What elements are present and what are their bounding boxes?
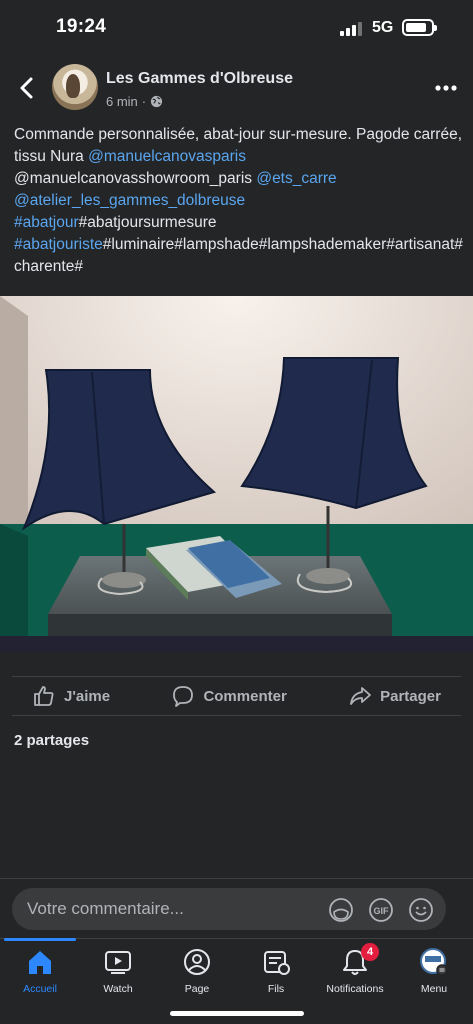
post-text-segment: #abatjoursurmesure	[78, 214, 217, 231]
tab-feeds[interactable]: Fils	[236, 947, 316, 995]
status-bar: 19:24 5G	[0, 0, 473, 56]
comment-label: Commenter	[203, 687, 287, 705]
emoji-icon[interactable]	[408, 897, 434, 923]
comment-button[interactable]: Commenter	[171, 684, 287, 708]
tab-page-label: Page	[184, 983, 210, 995]
author-avatar[interactable]	[52, 64, 98, 110]
tab-home-label: Accueil	[23, 983, 57, 995]
network-label: 5G	[372, 19, 394, 36]
signal-icon	[340, 22, 364, 36]
post-header: Les Gammes d'Olbreuse 6 min ·	[0, 60, 473, 116]
meta-separator: ·	[141, 94, 147, 109]
tab-page[interactable]: Page	[157, 947, 237, 995]
post-text-segment: @manuelcanovasshowroom_paris	[14, 170, 253, 187]
share-button[interactable]: Partager	[348, 684, 441, 708]
globe-icon	[151, 95, 163, 108]
mention-link[interactable]: @atelier_les_gammes_dolbreuse	[14, 192, 245, 209]
shares-count[interactable]: 2 partages	[14, 732, 89, 749]
battery-icon	[402, 19, 437, 36]
mention-link[interactable]: @manuelcanovasparis	[88, 148, 246, 165]
tab-menu[interactable]: Menu	[394, 947, 473, 995]
hashtag-link[interactable]: #abatjouriste	[14, 236, 103, 253]
tab-notifications[interactable]: 4 Notifications	[315, 943, 395, 995]
hashtag-link[interactable]: #abatjour	[14, 214, 79, 231]
chevron-left-icon	[20, 77, 33, 99]
more-dots-icon	[435, 85, 457, 91]
sticker-icon[interactable]	[328, 897, 354, 923]
page-icon	[184, 949, 210, 975]
status-time: 19:24	[56, 16, 107, 37]
thumbs-up-icon	[34, 686, 54, 706]
notification-badge: 4	[361, 943, 379, 961]
tab-watch-label: Watch	[103, 983, 133, 995]
tab-notifications-label: Notifications	[326, 983, 384, 995]
back-button[interactable]	[12, 72, 44, 104]
comment-composer: GIF	[0, 878, 473, 938]
home-indicator	[170, 1011, 304, 1016]
tab-home[interactable]: Accueil	[0, 947, 80, 995]
post-photo[interactable]	[0, 296, 473, 652]
tab-watch[interactable]: Watch	[78, 947, 158, 995]
active-tab-indicator	[4, 938, 76, 941]
feeds-icon	[264, 951, 290, 975]
lamp-photo-image	[0, 296, 473, 652]
bottom-tab-bar: Accueil Watch Page Fils 4 Notifications …	[0, 938, 473, 1024]
post-action-bar: J'aime Commenter Partager	[12, 676, 461, 716]
gif-icon[interactable]: GIF	[368, 897, 394, 923]
speech-bubble-icon	[173, 686, 194, 707]
post-meta: 6 min ·	[106, 94, 163, 109]
more-options-button[interactable]	[430, 76, 462, 100]
post-time: 6 min	[106, 94, 138, 109]
home-icon	[29, 951, 51, 974]
like-label: J'aime	[64, 687, 111, 705]
tab-feeds-label: Fils	[267, 983, 285, 995]
mention-link[interactable]: @ets_carre	[256, 170, 336, 187]
tab-menu-label: Menu	[420, 983, 448, 995]
share-label: Partager	[380, 687, 441, 705]
like-button[interactable]: J'aime	[32, 684, 110, 708]
author-name[interactable]: Les Gammes d'Olbreuse	[106, 70, 293, 88]
menu-avatar-icon	[420, 948, 448, 976]
svg-text:GIF: GIF	[374, 906, 390, 916]
share-arrow-icon	[350, 687, 372, 705]
watch-icon	[105, 951, 131, 974]
post-text: Commande personnalisée, abat-jour sur-me…	[14, 124, 464, 278]
